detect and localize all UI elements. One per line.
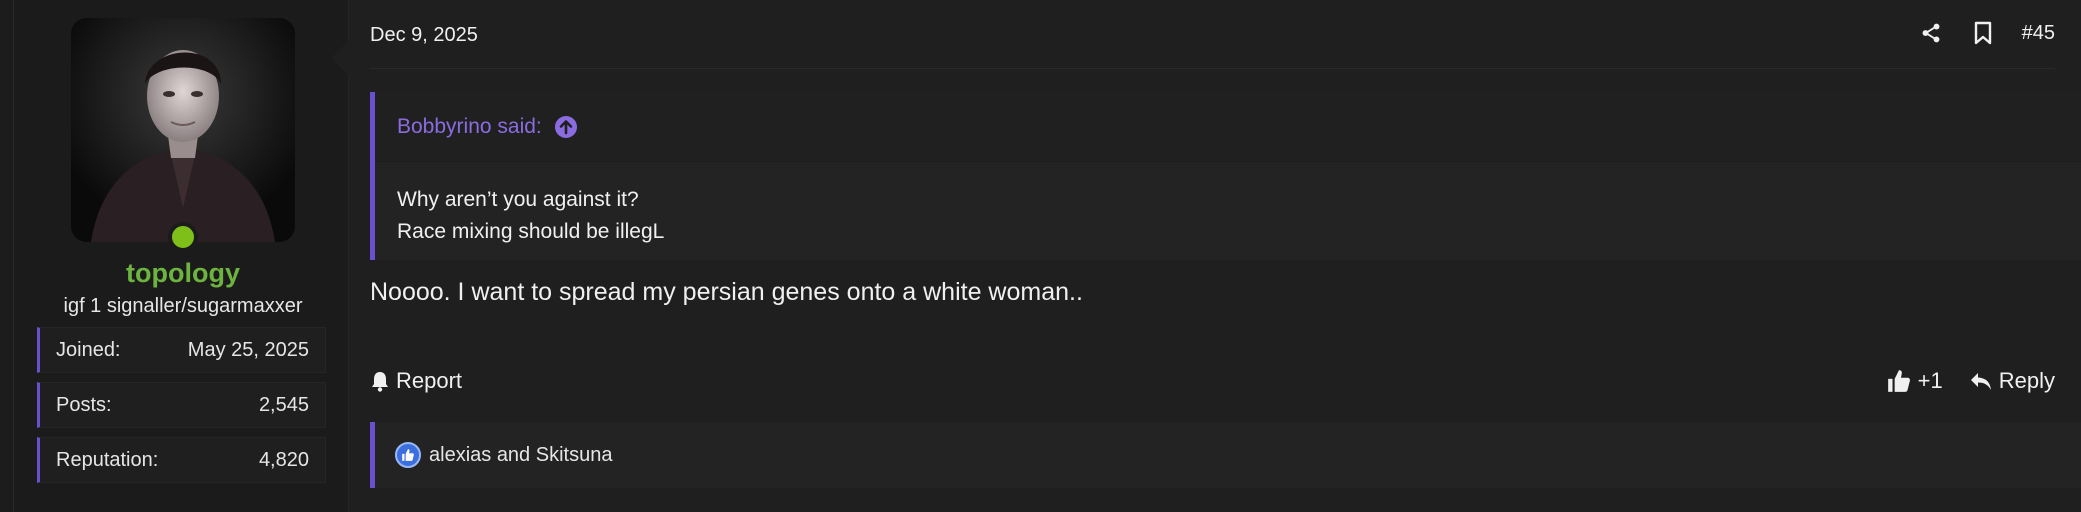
thumbs-up-icon	[1887, 370, 1910, 392]
reactions-bar[interactable]: alexias and Skitsuna	[370, 422, 2081, 488]
online-status-indicator	[168, 222, 198, 252]
reply-icon	[1970, 373, 1991, 390]
forum-post: topology igf 1 signaller/sugarmaxxer Joi…	[13, 0, 2081, 512]
arrow-up-circle-icon[interactable]	[554, 115, 578, 139]
quote-line: Race mixing should be illegL	[397, 220, 665, 243]
stat-value: 2,545	[258, 393, 309, 416]
reply-label: Reply	[1998, 368, 2055, 393]
post-message: Noooo. I want to spread my persian genes…	[370, 278, 1083, 306]
user-info-column: topology igf 1 signaller/sugarmaxxer Joi…	[14, 0, 349, 512]
reactions-users[interactable]: alexias and Skitsuna	[429, 444, 612, 467]
user-title: igf 1 signaller/sugarmaxxer	[63, 295, 303, 317]
reply-button[interactable]: Reply	[1969, 368, 2055, 394]
stat-reputation: Reputation: 4,820	[37, 437, 326, 483]
username[interactable]: topology	[14, 258, 352, 289]
avatar-image	[71, 18, 295, 242]
post-number-link[interactable]: #45	[2022, 22, 2055, 45]
stat-joined: Joined: May 25, 2025	[37, 327, 326, 373]
stat-posts: Posts: 2,545	[37, 382, 326, 428]
quote-author[interactable]: Bobbyrino said:	[397, 115, 542, 139]
report-label: Report	[396, 368, 463, 393]
bookmark-icon[interactable]	[1970, 20, 1996, 46]
bell-icon	[372, 372, 388, 392]
stat-value: 4,820	[258, 448, 309, 471]
post-header-actions: #45	[1918, 20, 2055, 46]
like-button[interactable]: +1	[1886, 368, 1943, 394]
post-date[interactable]: Dec 9, 2025	[370, 24, 478, 47]
share-icon[interactable]	[1918, 20, 1944, 46]
avatar[interactable]	[71, 18, 295, 242]
quote-block: Bobbyrino said: Why aren’t you against i…	[370, 92, 2081, 260]
header-divider	[370, 68, 2055, 69]
stat-label: Reputation:	[56, 448, 159, 471]
report-button[interactable]: Report	[370, 368, 462, 394]
quote-line: Why aren’t you against it?	[397, 188, 639, 211]
post-pointer-arrow	[331, 40, 349, 76]
post-main: Dec 9, 2025 #45 Bobbyrino said: Why aren…	[350, 0, 2081, 512]
stat-label: Joined:	[56, 338, 121, 361]
quote-header[interactable]: Bobbyrino said:	[375, 92, 2081, 162]
like-count: +1	[1917, 368, 1943, 393]
like-reaction-icon	[395, 442, 421, 468]
stat-value: May 25, 2025	[187, 338, 309, 361]
quote-body: Why aren’t you against it? Race mixing s…	[375, 162, 2081, 270]
stat-label: Posts:	[56, 393, 112, 416]
post-actions-bar: Report +1 Reply	[370, 364, 2055, 398]
